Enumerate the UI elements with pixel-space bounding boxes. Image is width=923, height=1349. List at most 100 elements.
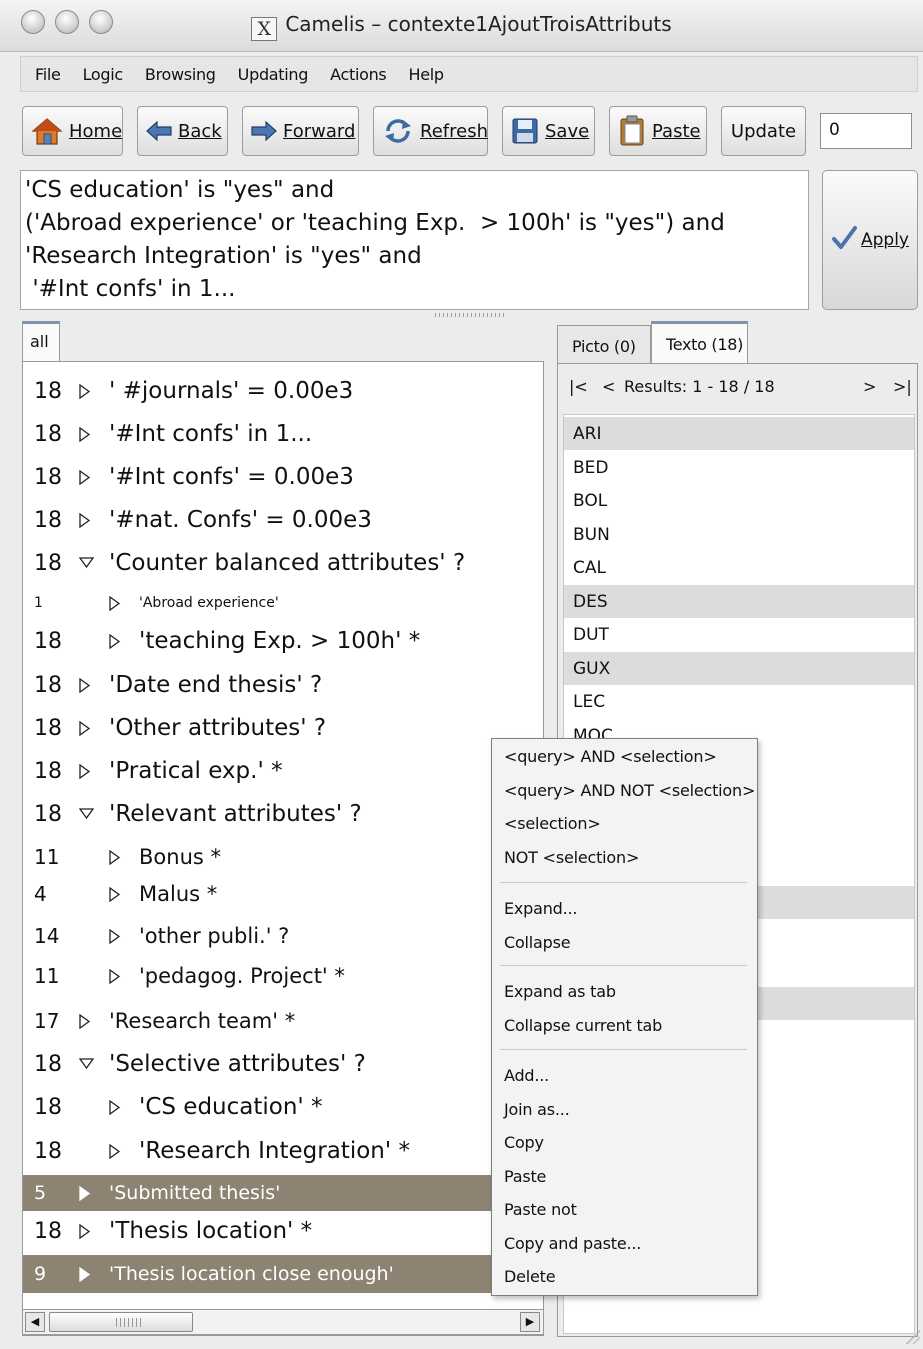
result-item[interactable]: GUX xyxy=(564,651,914,685)
tree-row[interactable]: 18 'Relevant attributes' ? xyxy=(23,795,543,833)
paste-button[interactable]: Paste xyxy=(609,106,707,156)
tree-row[interactable]: 11 'pedagog. Project' * xyxy=(23,958,543,994)
home-button[interactable]: Home xyxy=(22,106,123,156)
scroll-right-arrow-icon[interactable]: ▶ xyxy=(520,1312,540,1332)
result-item[interactable]: ARI xyxy=(564,417,914,450)
back-button[interactable]: Back xyxy=(137,106,228,156)
tree-row[interactable]: 18 'Counter balanced attributes' ? xyxy=(23,544,543,582)
context-menu-item[interactable]: Join as... xyxy=(504,1100,570,1119)
menu-file[interactable]: File xyxy=(21,65,72,84)
result-item[interactable]: LEC xyxy=(564,685,914,718)
save-button[interactable]: Save xyxy=(502,106,595,156)
result-item[interactable]: BUN xyxy=(564,518,914,551)
tree-row[interactable]: 18 'Thesis location' * xyxy=(23,1212,543,1250)
tree-row[interactable]: 18 ' #journals' = 0.00e3 xyxy=(23,372,543,410)
result-item[interactable]: BOL xyxy=(564,484,914,517)
scrollbar-thumb[interactable] xyxy=(49,1312,193,1332)
tree-row[interactable]: 18 'Date end thesis' ? xyxy=(23,666,543,704)
context-menu-item[interactable]: <query> AND <selection> xyxy=(504,747,717,766)
menu-help[interactable]: Help xyxy=(397,65,454,84)
tab-texto[interactable]: Texto (18) xyxy=(651,321,748,364)
collapsed-triangle-icon[interactable] xyxy=(109,928,121,944)
result-item[interactable]: CAL xyxy=(564,551,914,584)
context-menu-item[interactable]: <selection> xyxy=(504,814,601,833)
context-menu-item[interactable]: <query> AND NOT <selection> xyxy=(504,781,755,800)
update-button[interactable]: Update xyxy=(721,106,806,156)
context-menu-item[interactable]: Collapse xyxy=(504,933,571,952)
collapsed-triangle-icon[interactable] xyxy=(79,1013,91,1029)
collapsed-triangle-icon[interactable] xyxy=(79,720,91,736)
collapsed-triangle-icon[interactable] xyxy=(109,886,121,902)
result-item[interactable]: BED xyxy=(564,451,914,484)
expanded-triangle-icon[interactable] xyxy=(79,808,94,820)
pane-splitter-handle[interactable] xyxy=(435,313,505,317)
collapsed-triangle-icon[interactable] xyxy=(109,595,121,611)
next-page-button[interactable]: > xyxy=(863,377,876,396)
query-editor[interactable]: 'CS education' is "yes" and ('Abroad exp… xyxy=(20,170,809,310)
context-menu-item[interactable]: Add... xyxy=(504,1066,549,1085)
window-resize-grip[interactable] xyxy=(906,1330,920,1344)
menu-updating[interactable]: Updating xyxy=(227,65,319,84)
collapsed-triangle-icon[interactable] xyxy=(79,763,91,779)
tab-all[interactable]: all xyxy=(22,321,60,362)
tree-row-label: 'pedagog. Project' * xyxy=(139,964,345,988)
apply-button[interactable]: Apply xyxy=(822,170,918,310)
expanded-triangle-icon[interactable] xyxy=(79,557,94,569)
last-page-button[interactable]: >| xyxy=(893,377,912,396)
tree-row[interactable]: 18 'Pratical exp.' * xyxy=(23,752,543,790)
x11-icon: X xyxy=(251,17,278,41)
tree-row[interactable]: 18 '#Int confs' = 0.00e3 xyxy=(23,458,543,496)
tree-row[interactable]: 18 'Other attributes' ? xyxy=(23,709,543,747)
context-menu-item[interactable]: Expand as tab xyxy=(504,982,616,1001)
collapsed-triangle-icon[interactable] xyxy=(79,469,91,485)
context-menu-item[interactable]: Paste not xyxy=(504,1200,577,1219)
tree-row[interactable]: 14 'other publi.' ? xyxy=(23,918,543,954)
collapsed-triangle-icon[interactable] xyxy=(79,677,91,693)
collapsed-triangle-icon[interactable] xyxy=(79,383,91,399)
previous-page-button[interactable]: < xyxy=(602,377,615,396)
refresh-button[interactable]: Refresh xyxy=(373,106,488,156)
context-menu-item[interactable]: Expand... xyxy=(504,899,577,918)
tree-row[interactable]: 18 'Research Integration' * xyxy=(23,1132,543,1170)
tree-row-count: 11 xyxy=(34,845,60,869)
tree-row[interactable]: 1 'Abroad experience' xyxy=(23,590,543,616)
collapsed-triangle-icon[interactable] xyxy=(109,1143,121,1159)
collapsed-triangle-icon[interactable] xyxy=(79,1185,91,1201)
collapsed-triangle-icon[interactable] xyxy=(79,426,91,442)
tab-picto[interactable]: Picto (0) xyxy=(557,325,651,364)
tree-row[interactable]: 17 'Research team' * xyxy=(23,1002,543,1040)
tree-row[interactable]: 18 'CS education' * xyxy=(23,1088,543,1126)
forward-button[interactable]: Forward xyxy=(242,106,359,156)
expanded-triangle-icon[interactable] xyxy=(79,1058,94,1070)
collapsed-triangle-icon[interactable] xyxy=(109,849,121,865)
collapsed-triangle-icon[interactable] xyxy=(79,1223,91,1239)
menu-logic[interactable]: Logic xyxy=(72,65,134,84)
menu-actions[interactable]: Actions xyxy=(319,65,397,84)
context-menu-item[interactable]: NOT <selection> xyxy=(504,848,639,867)
context-menu-item[interactable]: Copy xyxy=(504,1133,544,1152)
tree-row[interactable]: 9 'Thesis location close enough' xyxy=(23,1255,543,1293)
context-menu-item[interactable]: Copy and paste... xyxy=(504,1234,641,1253)
tree-row[interactable]: 18 'teaching Exp. > 100h' * xyxy=(23,622,543,660)
context-menu-item[interactable]: Collapse current tab xyxy=(504,1016,662,1035)
result-item[interactable]: DUT xyxy=(564,618,914,651)
context-menu-item[interactable]: Paste xyxy=(504,1167,546,1186)
first-page-button[interactable]: |< xyxy=(569,377,588,396)
tree-row[interactable]: 5 'Submitted thesis' xyxy=(23,1175,543,1211)
tree-row[interactable]: 4 Malus * xyxy=(23,877,543,911)
menu-browsing[interactable]: Browsing xyxy=(134,65,227,84)
tree-row[interactable]: 18 '#Int confs' in 1... xyxy=(23,415,543,453)
collapsed-triangle-icon[interactable] xyxy=(109,1099,121,1115)
tree-row[interactable]: 11 Bonus * xyxy=(23,839,543,875)
result-item[interactable]: DES xyxy=(564,584,914,618)
tree-row[interactable]: 18 'Selective attributes' ? xyxy=(23,1045,543,1083)
collapsed-triangle-icon[interactable] xyxy=(79,512,91,528)
counter-field[interactable]: 0 xyxy=(820,113,912,149)
horizontal-scrollbar[interactable]: ◀ ▶ xyxy=(22,1309,544,1335)
scroll-left-arrow-icon[interactable]: ◀ xyxy=(25,1312,45,1332)
collapsed-triangle-icon[interactable] xyxy=(109,633,121,649)
tree-row[interactable]: 18 '#nat. Confs' = 0.00e3 xyxy=(23,501,543,539)
collapsed-triangle-icon[interactable] xyxy=(79,1266,91,1282)
context-menu-item[interactable]: Delete xyxy=(504,1267,556,1286)
collapsed-triangle-icon[interactable] xyxy=(109,968,121,984)
